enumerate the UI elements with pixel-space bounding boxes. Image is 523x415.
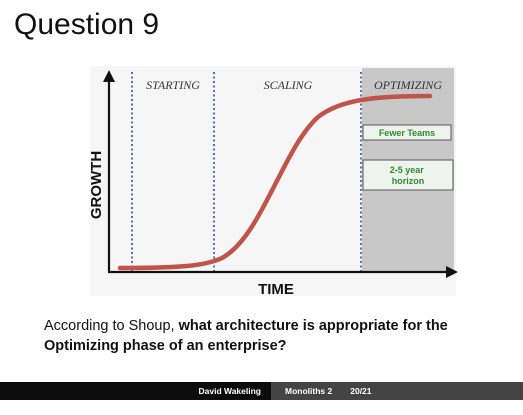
growth-diagram: STARTING SCALING OPTIMIZING Fewer Teams … xyxy=(88,66,458,298)
phase-label-optimizing: OPTIMIZING xyxy=(374,78,442,92)
question-text: According to Shoup, what architecture is… xyxy=(44,316,509,356)
footer-deck: Monoliths 2 xyxy=(285,386,333,396)
footer-page: 20/21 xyxy=(350,386,372,396)
horizon-label: 2-5 year horizon xyxy=(390,165,427,186)
x-axis-label: TIME xyxy=(258,281,294,298)
question-prefix: According to Shoup, xyxy=(44,318,175,334)
y-axis-label: GROWTH xyxy=(88,151,105,219)
footer-bar: David Wakeling Monoliths 2 20/21 xyxy=(0,382,523,400)
phase-label-scaling: SCALING xyxy=(264,78,313,92)
footer-right: Monoliths 2 20/21 xyxy=(271,382,523,400)
phase-label-starting: STARTING xyxy=(146,78,200,92)
fewer-teams-label: Fewer Teams xyxy=(379,128,435,138)
footer-author: David Wakeling xyxy=(0,382,271,400)
